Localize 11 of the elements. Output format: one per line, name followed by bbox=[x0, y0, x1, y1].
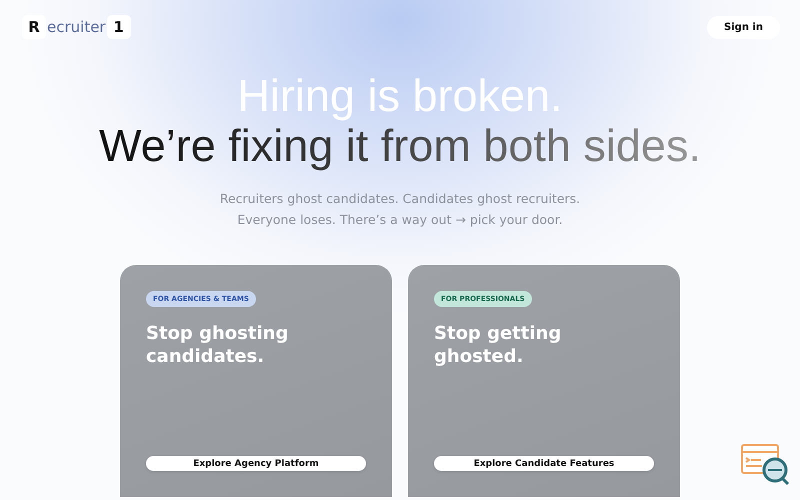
tagline: Recruiters ghost candidates. Candidates ghost recruiters. bbox=[220, 191, 580, 206]
tagline: Everyone loses. There’s a way out → pick your door. bbox=[237, 212, 563, 227]
logo-letter: R bbox=[22, 15, 46, 39]
explore-button[interactable]: Explore Candidate Features bbox=[434, 456, 654, 471]
card-title: Stop getting ghosted. bbox=[434, 322, 562, 368]
card-title: Stop ghosting candidates. bbox=[146, 322, 290, 368]
sign-in-button[interactable]: Sign in bbox=[707, 16, 780, 38]
logo-text: ecruiter bbox=[46, 18, 107, 36]
browser-search-icon[interactable] bbox=[740, 442, 792, 488]
logo-number: 1 bbox=[106, 15, 131, 39]
explore-button[interactable]: Explore Agency Platform bbox=[146, 456, 366, 471]
